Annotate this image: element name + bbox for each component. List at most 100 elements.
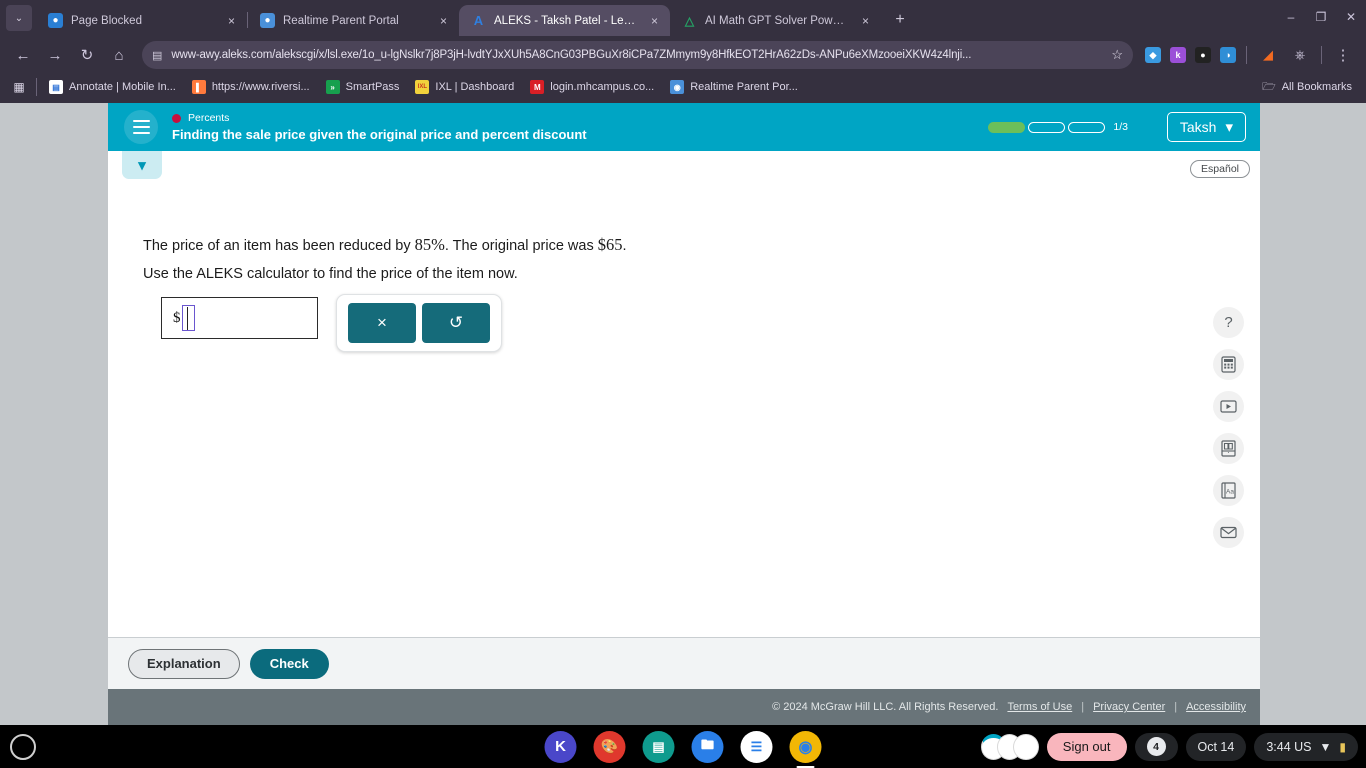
moon-extension-icon[interactable]: ◑ (1220, 47, 1236, 63)
tab-title: ALEKS - Taksh Patel - Learn (494, 14, 639, 27)
collapse-panel-button[interactable]: ▾ (122, 151, 162, 179)
aleks-header: Percents Finding the sale price given th… (108, 103, 1260, 151)
sign-out-button[interactable]: Sign out (1046, 732, 1127, 761)
page-info-icon[interactable]: ▤ (152, 49, 162, 62)
status-tray[interactable]: 3:44 US ▼ ▮ (1254, 732, 1358, 761)
answer-input[interactable]: $ (161, 297, 318, 339)
user-menu-button[interactable]: Taksh ▾ (1166, 112, 1246, 142)
cat-extension-icon[interactable]: ● (1195, 47, 1211, 63)
problem-area: ▾ Español The price of an item has been … (108, 151, 1260, 663)
date-pill[interactable]: Oct 14 (1185, 732, 1247, 761)
explanation-button[interactable]: Explanation (128, 648, 240, 679)
video-icon[interactable] (1213, 391, 1244, 422)
problem-statement-line-2: Use the ALEKS calculator to find the pri… (143, 266, 518, 282)
media-icon[interactable]: ▤ (642, 730, 675, 763)
dictionary-icon[interactable] (1213, 433, 1244, 464)
topic-status-dot-icon (172, 113, 181, 123)
bookmark-item-realtime-parent-portal[interactable]: ◉ Realtime Parent Por... (662, 78, 806, 96)
privacy-center-link[interactable]: Privacy Center (1093, 701, 1165, 713)
forward-icon[interactable]: → (40, 40, 70, 70)
tab-favicon-ai-math-gpt: △ (684, 13, 695, 28)
dollar-sign-label: $ (173, 309, 181, 326)
tab-close-icon[interactable]: × (858, 13, 873, 28)
minimize-button[interactable]: – (1276, 0, 1306, 34)
khan-academy-icon[interactable]: K (544, 730, 577, 763)
progress-segment-1 (988, 121, 1026, 133)
url-text: www-awy.aleks.com/alekscgi/x/lsl.exe/1o_… (171, 49, 972, 61)
launcher-circle-icon[interactable] (10, 733, 36, 760)
wifi-icon: ▼ (1319, 739, 1332, 754)
tab-close-icon[interactable]: × (647, 13, 662, 28)
docs-icon[interactable]: ☰ (740, 730, 773, 763)
bookmark-label: IXL | Dashboard (435, 81, 515, 93)
bookmark-item-mhcampus[interactable]: M login.mhcampus.co... (522, 78, 662, 96)
undo-button[interactable]: ↺ (422, 303, 490, 343)
window-previews[interactable] (980, 733, 1039, 760)
tab-close-icon[interactable]: × (224, 13, 239, 28)
glossary-icon[interactable]: Aa (1213, 475, 1244, 506)
browser-tab-3[interactable]: △ AI Math GPT Solver Powered b × (670, 5, 881, 36)
address-bar[interactable]: ▤ www-awy.aleks.com/alekscgi/x/lsl.exe/1… (142, 41, 1133, 69)
problem-text-b: . The original price was (444, 238, 598, 254)
notification-count-badge: 4 (1146, 737, 1166, 756)
ixl-icon: IXL (415, 80, 430, 94)
bookmark-item-annotate[interactable]: ▤ Annotate | Mobile In... (41, 78, 184, 96)
puzzle-extensions-icon[interactable]: ⎈ (1285, 40, 1315, 70)
browser-menu-icon[interactable]: ⋮ (1328, 40, 1358, 70)
progress-segment-2 (1028, 121, 1066, 133)
tab-favicon-aleks: A (473, 13, 484, 28)
bookmark-item-smartpass[interactable]: » SmartPass (318, 78, 408, 96)
page-title: Finding the sale price given the origina… (172, 127, 587, 142)
footer-separator: | (1174, 701, 1178, 713)
orange-extension-icon[interactable]: ◢ (1253, 40, 1283, 70)
globe-icon: ◉ (670, 80, 685, 94)
bookmark-star-icon[interactable]: ☆ (1111, 47, 1123, 63)
bookmark-label: Annotate | Mobile In... (69, 81, 176, 93)
window-preview-3[interactable] (1013, 733, 1039, 760)
left-gutter (0, 103, 108, 725)
files-icon[interactable]: 🖿 (691, 730, 724, 763)
help-icon[interactable]: ? (1213, 307, 1244, 338)
home-icon[interactable]: ⌂ (104, 40, 134, 70)
page-footer: © 2024 McGraw Hill LLC. All Rights Reser… (108, 689, 1260, 725)
math-input-field[interactable] (181, 305, 195, 331)
tab-search-dropdown[interactable]: ⌄ (6, 5, 32, 31)
aleks-page: Percents Finding the sale price given th… (108, 103, 1260, 725)
clear-button[interactable]: × (348, 303, 416, 343)
all-bookmarks-button[interactable]: 🗁 All Bookmarks (1254, 76, 1360, 99)
video-glyph (1220, 400, 1237, 413)
kami-extension-icon[interactable]: k (1170, 47, 1186, 63)
accessibility-link[interactable]: Accessibility (1186, 701, 1246, 713)
new-tab-button[interactable]: + (887, 7, 913, 33)
tab-close-icon[interactable]: × (436, 13, 451, 28)
espanol-toggle[interactable]: Español (1190, 160, 1250, 178)
calculator-icon[interactable] (1213, 349, 1244, 380)
problem-text-a: The price of an item has been reduced by (143, 238, 415, 254)
tool-rail: ? Aa (1213, 307, 1244, 548)
browser-tab-0[interactable]: ● Page Blocked × (36, 5, 247, 36)
terms-of-use-link[interactable]: Terms of Use (1007, 701, 1072, 713)
reload-icon[interactable]: ↻ (72, 40, 102, 70)
time-label: 3:44 US (1266, 739, 1312, 754)
mail-icon[interactable] (1213, 517, 1244, 548)
copyright-text: © 2024 McGraw Hill LLC. All Rights Reser… (772, 701, 999, 713)
notification-pill[interactable]: 4 (1134, 732, 1178, 761)
apps-grid-icon[interactable]: ▦ (6, 76, 32, 98)
bookmark-item-ixl[interactable]: IXL IXL | Dashboard (407, 78, 522, 96)
paint-icon[interactable]: 🎨 (593, 730, 626, 763)
browser-tab-1[interactable]: ● Realtime Parent Portal × (248, 5, 459, 36)
close-window-button[interactable]: ✕ (1336, 0, 1366, 34)
check-button[interactable]: Check (249, 648, 329, 679)
window-controls: – ❐ ✕ (1276, 0, 1366, 34)
shelf-status-area: Sign out 4 Oct 14 3:44 US ▼ ▮ (980, 732, 1358, 761)
diamond-extension-icon[interactable]: ◆ (1145, 47, 1161, 63)
browser-tab-2-active[interactable]: A ALEKS - Taksh Patel - Learn × (459, 5, 670, 36)
bookmark-item-riverside[interactable]: ▌ https://www.riversi... (184, 78, 318, 96)
annotate-icon: ▤ (49, 80, 63, 94)
hamburger-menu-icon[interactable] (124, 110, 158, 144)
calculator-mini-panel: × ↺ (336, 294, 502, 352)
chevron-down-icon: ▾ (138, 156, 146, 174)
chrome-icon[interactable]: ◉ (789, 730, 822, 763)
maximize-button[interactable]: ❐ (1306, 0, 1336, 34)
back-icon[interactable]: ← (8, 40, 38, 70)
